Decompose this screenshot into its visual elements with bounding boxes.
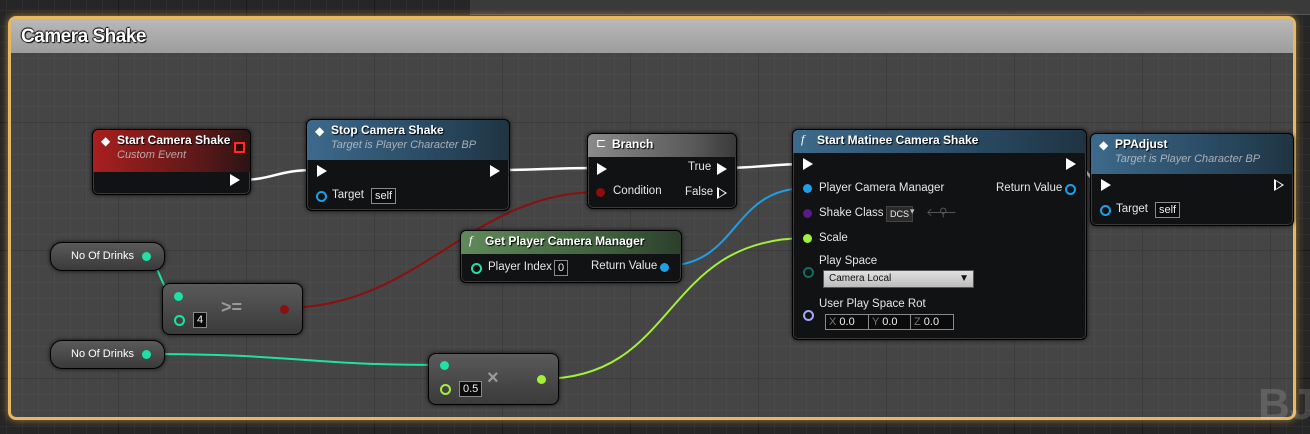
- start-camera-shake-event-node[interactable]: ◆ Start Camera Shake Custom Event: [92, 129, 251, 195]
- rot-z-field[interactable]: Z 0.0: [910, 314, 954, 330]
- node-subtitle: Target is Player Character BP: [1115, 153, 1261, 165]
- b-value-field[interactable]: 0.5: [459, 381, 483, 397]
- node-title: Get Player Camera Manager: [485, 234, 645, 248]
- return-value-label: Return Value: [996, 182, 1063, 194]
- scale-pin[interactable]: [803, 234, 812, 243]
- comment-header[interactable]: Camera Shake: [11, 19, 1293, 53]
- no-of-drinks-var-node[interactable]: No Of Drinks: [50, 340, 165, 369]
- result-out-pin[interactable]: [537, 375, 546, 384]
- rot-y-field[interactable]: Y 0.0: [868, 314, 912, 330]
- player-index-pin[interactable]: [471, 263, 482, 274]
- return-value-pin[interactable]: [1065, 184, 1076, 195]
- value-out-pin[interactable]: [142, 252, 151, 261]
- a-input-pin[interactable]: [440, 361, 449, 370]
- result-out-pin[interactable]: [280, 305, 289, 314]
- rot-y-axis-label: Y: [872, 316, 880, 328]
- shake-class-field[interactable]: DCS: [886, 206, 914, 222]
- a-input-pin[interactable]: [174, 292, 183, 301]
- operator-symbol: >=: [221, 297, 243, 317]
- rot-x-field[interactable]: X 0.0: [825, 314, 869, 330]
- rot-z-value: 0.0: [923, 316, 940, 328]
- multiply-node[interactable]: 0.5 ×: [428, 353, 559, 405]
- b-value-field[interactable]: 4: [193, 312, 208, 328]
- node-title: Branch: [612, 137, 654, 151]
- function-icon: f: [801, 132, 805, 146]
- exec-in-pin[interactable]: [597, 163, 607, 175]
- play-space-label: Play Space: [819, 255, 878, 267]
- node-title: Start Camera Shake: [117, 133, 231, 147]
- condition-pin[interactable]: [596, 188, 605, 197]
- return-value-pin[interactable]: [660, 263, 669, 272]
- true-exec-pin[interactable]: [717, 163, 727, 175]
- branch-node[interactable]: ⊏ Branch True Condition False: [587, 133, 737, 209]
- scale-label: Scale: [819, 232, 848, 244]
- node-subtitle: Custom Event: [117, 149, 187, 161]
- operator-symbol: ×: [487, 367, 499, 389]
- target-field[interactable]: self: [371, 188, 397, 204]
- target-label: Target: [1116, 203, 1148, 215]
- stop-camera-shake-node[interactable]: ◆ Stop Camera Shake Target is Player Cha…: [306, 119, 510, 211]
- node-title: PPAdjust: [1115, 137, 1168, 151]
- target-pin[interactable]: [1100, 205, 1111, 216]
- function-diamond-icon: ◆: [315, 124, 325, 138]
- rot-y-value: 0.0: [882, 316, 898, 328]
- node-title: Start Matinee Camera Shake: [817, 133, 979, 147]
- greater-equal-node[interactable]: 4 >=: [162, 283, 303, 335]
- target-label: Target: [332, 189, 364, 201]
- target-pin[interactable]: [316, 191, 327, 202]
- shake-class-label: Shake Class: [819, 207, 884, 219]
- chevron-down-icon: ▼: [959, 273, 969, 284]
- rot-x-axis-label: X: [829, 316, 837, 328]
- rot-x-value: 0.0: [839, 316, 855, 328]
- watermark-logo: BJ: [1258, 380, 1310, 429]
- variable-label: No Of Drinks: [71, 348, 134, 360]
- b-input-pin[interactable]: [174, 315, 185, 326]
- browse-search-icon[interactable]: ⚲: [939, 205, 947, 219]
- no-of-drinks-var-node[interactable]: No Of Drinks: [50, 242, 165, 271]
- player-camera-manager-label: Player Camera Manager: [819, 182, 945, 194]
- delegate-pin[interactable]: [234, 142, 245, 153]
- false-exec-pin[interactable]: [717, 187, 727, 199]
- value-out-pin[interactable]: [142, 350, 151, 359]
- variable-label: No Of Drinks: [71, 250, 134, 262]
- player-camera-manager-pin[interactable]: [803, 184, 812, 193]
- user-play-space-rot-pin[interactable]: [803, 310, 814, 321]
- exec-out-pin[interactable]: [230, 174, 240, 186]
- comment-title: Camera Shake: [21, 26, 146, 47]
- exec-out-pin[interactable]: [1274, 179, 1284, 191]
- exec-in-pin[interactable]: [1101, 179, 1111, 191]
- top-panel-strip: [470, 0, 1310, 15]
- play-space-value: Camera Local: [829, 273, 892, 284]
- branch-icon: ⊏: [596, 136, 607, 150]
- get-player-camera-manager-node[interactable]: f Get Player Camera Manager Player Index…: [460, 230, 682, 283]
- true-label: True: [688, 161, 712, 173]
- b-input-pin[interactable]: [440, 384, 451, 395]
- play-space-pin[interactable]: [803, 267, 814, 278]
- node-title: Stop Camera Shake: [331, 123, 444, 137]
- player-index-label: Player Index: [488, 261, 552, 273]
- false-label: False: [685, 186, 714, 198]
- blueprint-graph-canvas[interactable]: Camera Shake ◆ Start Camera Shake Custom…: [0, 0, 1310, 434]
- event-diamond-icon: ◆: [101, 134, 111, 148]
- exec-out-pin[interactable]: [1066, 158, 1076, 170]
- shake-class-pin[interactable]: [803, 209, 812, 218]
- condition-label: Condition: [613, 185, 662, 197]
- exec-in-pin[interactable]: [803, 158, 813, 170]
- ppadjust-node[interactable]: ◆ PPAdjust Target is Player Character BP…: [1090, 133, 1294, 226]
- player-index-field[interactable]: 0: [554, 260, 569, 276]
- rot-z-axis-label: Z: [914, 316, 921, 328]
- play-space-dropdown[interactable]: Camera Local ▼: [823, 270, 974, 288]
- start-matinee-camera-shake-node[interactable]: f Start Matinee Camera Shake Player Came…: [792, 129, 1087, 340]
- node-subtitle: Target is Player Character BP: [331, 139, 477, 151]
- target-field[interactable]: self: [1155, 202, 1181, 218]
- exec-out-pin[interactable]: [490, 165, 500, 177]
- function-icon: f: [469, 233, 473, 247]
- chevron-down-icon[interactable]: ▾: [910, 206, 915, 217]
- function-diamond-icon: ◆: [1099, 138, 1109, 152]
- exec-in-pin[interactable]: [317, 165, 327, 177]
- user-play-space-rot-label: User Play Space Rot: [819, 298, 926, 310]
- return-value-label: Return Value: [591, 260, 658, 272]
